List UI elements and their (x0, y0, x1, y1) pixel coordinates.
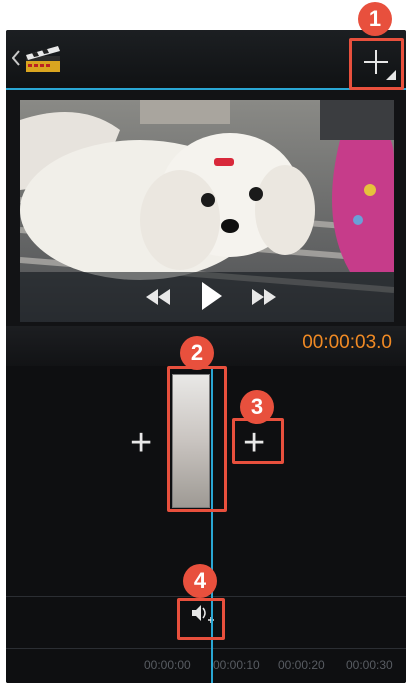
current-timecode: 00:00:03.0 (302, 332, 392, 353)
callout-box-2 (167, 366, 227, 512)
ruler-label: 00:00:00 (144, 658, 191, 672)
track-divider (6, 648, 406, 649)
callout-badge-1: 1 (358, 2, 392, 36)
ruler-label: 00:00:20 (278, 658, 325, 672)
ruler-label: 00:00:10 (213, 658, 260, 672)
chevron-left-icon[interactable] (11, 50, 20, 71)
callout-badge-3: 3 (240, 390, 274, 424)
callout-box-3 (232, 418, 284, 464)
playback-controls (20, 272, 394, 322)
callout-box-4 (177, 598, 225, 640)
clapperboard-icon[interactable] (24, 44, 64, 79)
video-preview[interactable] (20, 100, 394, 322)
add-clip-before-button[interactable]: + (130, 424, 152, 462)
callout-badge-4: 4 (183, 564, 217, 598)
callout-box-1 (349, 38, 404, 90)
action-bar (6, 30, 406, 90)
ruler-label: 00:00:30 (346, 658, 393, 672)
callout-badge-2: 2 (180, 336, 214, 370)
